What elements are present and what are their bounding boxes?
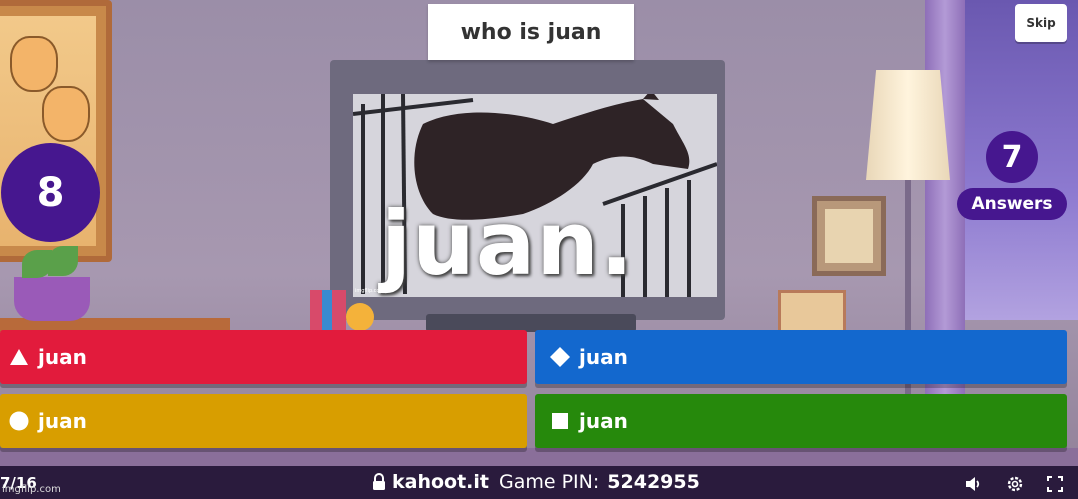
floor <box>0 448 1078 468</box>
answer-green[interactable]: juan <box>535 394 1067 448</box>
answer-yellow[interactable]: juan <box>0 394 527 448</box>
answer-red[interactable]: juan <box>0 330 527 384</box>
bottom-bar: 7/16 imgflip.com kahoot.it Game PIN: 524… <box>0 466 1078 499</box>
square-icon <box>549 410 571 432</box>
image-caption: juan. <box>381 192 635 295</box>
small-picture <box>812 196 886 276</box>
imgflip-watermark: imgflip.com <box>2 484 61 495</box>
game-info: kahoot.it Game PIN: 5242955 <box>372 471 700 493</box>
lamp <box>866 70 950 180</box>
gear-icon[interactable] <box>1005 474 1025 494</box>
answers-count: 7 <box>986 131 1038 183</box>
kahoot-domain: kahoot.it <box>392 471 489 493</box>
answer-blue[interactable]: juan <box>535 330 1067 384</box>
cat-drawing <box>42 86 90 142</box>
answers-label: Answers <box>957 188 1067 220</box>
fullscreen-icon[interactable] <box>1045 474 1065 494</box>
countdown-timer: 8 <box>1 143 100 242</box>
answer-label: juan <box>38 345 87 369</box>
books <box>322 290 332 332</box>
skip-button[interactable]: Skip <box>1015 4 1067 42</box>
answer-label: juan <box>38 409 87 433</box>
circle-icon <box>8 410 30 432</box>
plant-leaf <box>48 246 78 276</box>
toy-duck <box>346 303 374 331</box>
lock-icon <box>372 473 386 491</box>
answer-label: juan <box>579 345 628 369</box>
image-watermark: imgflip.com <box>355 288 385 294</box>
game-pin-value: 5242955 <box>607 471 700 493</box>
game-pin-label: Game PIN: <box>499 471 600 493</box>
question-title: who is juan <box>428 4 634 60</box>
triangle-icon <box>8 346 30 368</box>
diamond-icon <box>549 346 571 368</box>
question-image: juan. imgflip.com <box>353 94 717 297</box>
cat-drawing <box>10 36 58 92</box>
answer-label: juan <box>579 409 628 433</box>
volume-icon[interactable] <box>963 474 983 494</box>
plant-pot <box>14 277 90 321</box>
